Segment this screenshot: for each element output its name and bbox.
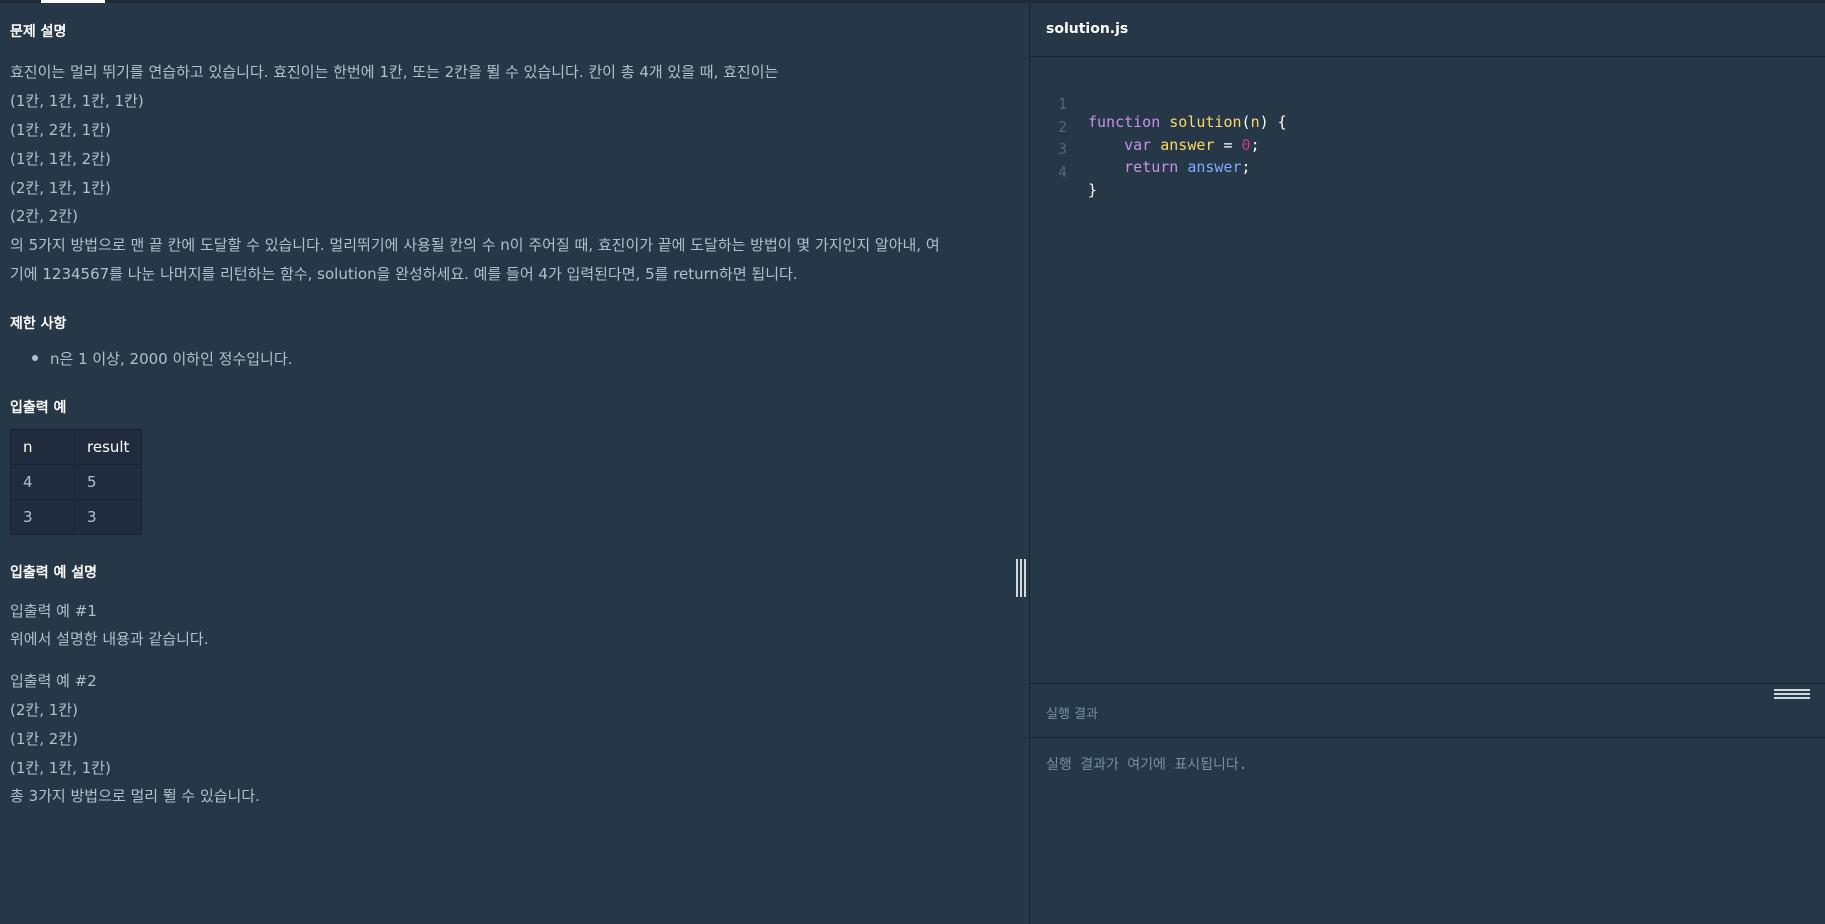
description-line: 기에 1234567를 나눈 나머지를 리턴하는 함수, solution을 완…: [10, 265, 798, 283]
io-explanation-line: (1칸, 1칸, 1칸): [10, 759, 111, 777]
description-line: (1칸, 1칸, 1칸, 1칸): [10, 92, 144, 110]
description-line: 효진이는 멀리 뛰기를 연습하고 있습니다. 효진이는 한번에 1칸, 또는 2…: [10, 63, 779, 81]
limit-text: n은 1 이상, 2000 이하인 정수입니다.: [50, 350, 293, 368]
horizontal-resize-handle[interactable]: [1774, 689, 1810, 701]
code-text[interactable]: var answer = 0;: [1088, 136, 1259, 154]
table-cell: 5: [73, 464, 143, 500]
table-cell: 3: [73, 499, 143, 535]
description-line: (2칸, 1칸, 1칸): [10, 179, 111, 197]
code-editor[interactable]: 1 function solution(n) { 2 var answer = …: [1030, 77, 1287, 199]
code-line[interactable]: 4 }: [1030, 145, 1097, 199]
code-text[interactable]: }: [1088, 181, 1097, 199]
table-row: 4 5: [10, 464, 143, 500]
io-explanation-line: (1칸, 2칸): [10, 730, 78, 748]
table-row: 3 3: [10, 499, 143, 535]
code-line[interactable]: 2 var answer = 0;: [1030, 100, 1260, 154]
io-explanation-line: 위에서 설명한 내용과 같습니다.: [10, 630, 209, 648]
problem-panel: 문제 설명 효진이는 멀리 뛰기를 연습하고 있습니다. 효진이는 한번에 1칸…: [0, 3, 1029, 924]
limit-item: n은 1 이상, 2000 이하인 정수입니다.: [32, 348, 292, 369]
io-explanation-line: 입출력 예 #1: [10, 602, 97, 620]
description-line: (1칸, 2칸, 1칸): [10, 121, 111, 139]
code-text[interactable]: function solution(n) {: [1088, 113, 1287, 131]
io-example-table: n result 4 5 3 3: [10, 429, 143, 535]
editor-filename: solution.js: [1046, 21, 1129, 37]
io-explanation-line: (2칸, 1칸): [10, 701, 78, 719]
description-title: 문제 설명: [10, 24, 67, 40]
editor-header: solution.js: [1030, 3, 1825, 57]
bullet-icon: [32, 354, 38, 361]
limits-title: 제한 사항: [10, 316, 67, 332]
description-line: 의 5가지 방법으로 맨 끝 칸에 도달할 수 있습니다. 멀리뛰기에 사용될 …: [10, 236, 940, 254]
description-line: (1칸, 1칸, 2칸): [10, 150, 111, 168]
code-line[interactable]: 3 return answer;: [1030, 122, 1251, 176]
result-header: 실행 결과: [1030, 683, 1825, 738]
io-explanation-title: 입출력 예 설명: [10, 565, 98, 581]
table-header-row: n result: [10, 429, 143, 465]
result-label: 실행 결과: [1046, 707, 1098, 722]
io-explanation-line: 입출력 예 #2: [10, 672, 97, 690]
result-output: 실행 결과가 여기에 표시됩니다.: [1046, 757, 1248, 773]
vertical-resize-handle[interactable]: [1016, 559, 1026, 597]
editor-panel: solution.js 1 function solution(n) { 2 v…: [1030, 3, 1825, 924]
io-example-title: 입출력 예: [10, 400, 67, 416]
table-cell: 3: [10, 499, 75, 535]
io-explanation-line: 총 3가지 방법으로 멀리 뛸 수 있습니다.: [10, 787, 260, 805]
table-header-n: n: [10, 429, 75, 465]
code-text[interactable]: return answer;: [1088, 158, 1250, 176]
description-line: (2칸, 2칸): [10, 207, 78, 225]
table-header-result: result: [73, 429, 143, 465]
line-number: 4: [1057, 162, 1067, 181]
code-line[interactable]: 1 function solution(n) {: [1030, 77, 1287, 131]
table-cell: 4: [10, 464, 75, 500]
